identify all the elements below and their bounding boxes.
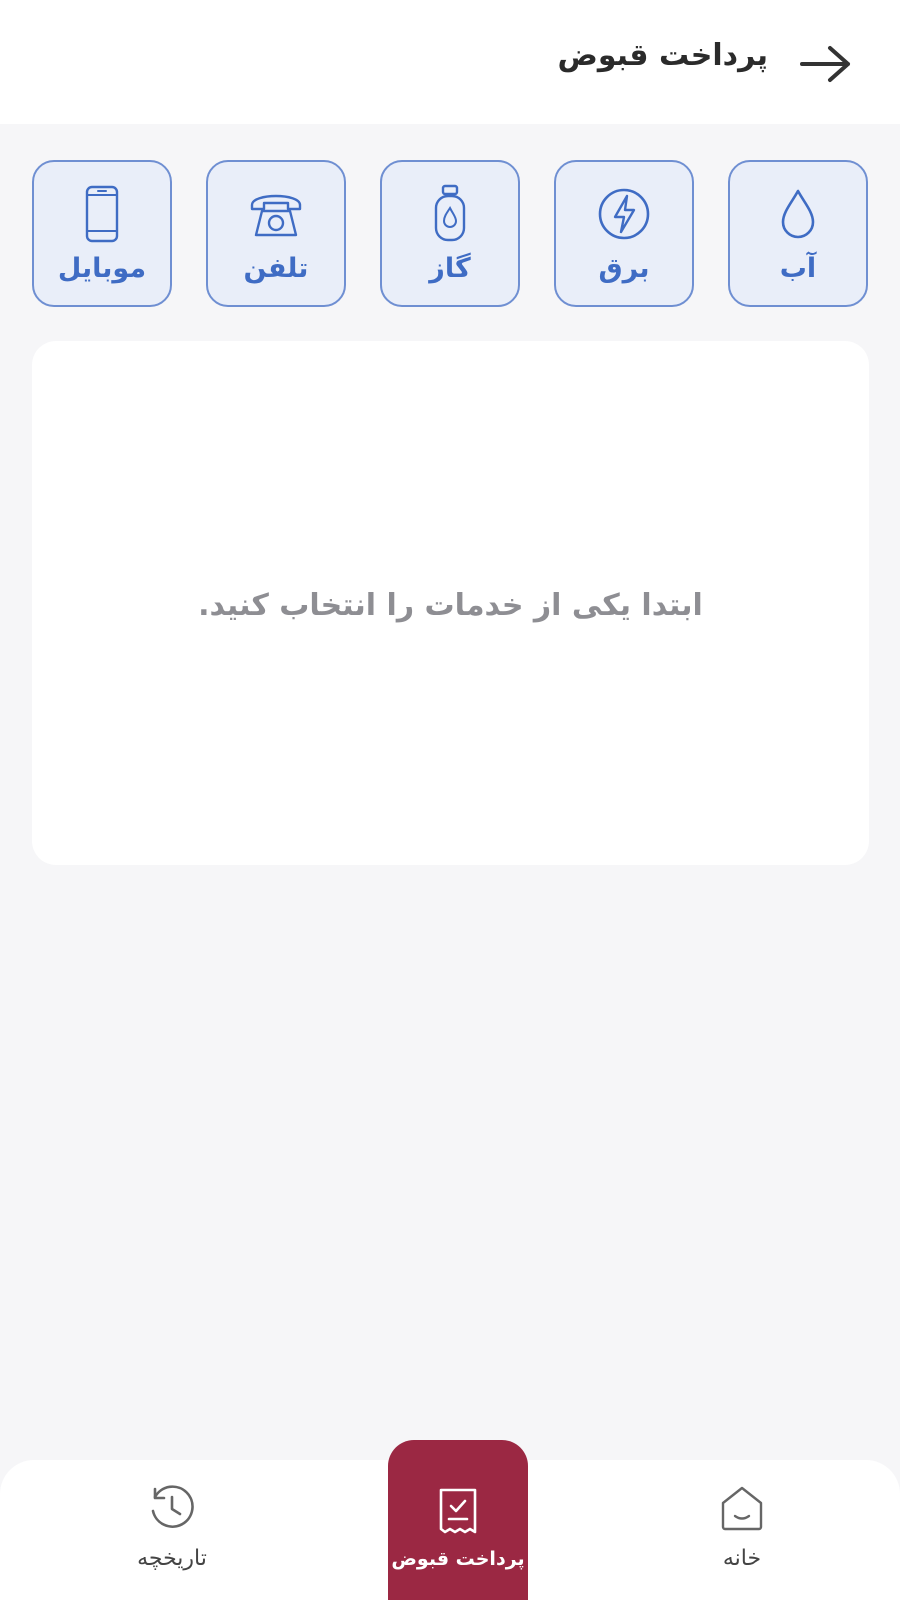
service-label: آب (779, 253, 817, 284)
nav-history-label: تاریخچه (137, 1546, 207, 1571)
back-button[interactable] (796, 40, 856, 88)
nav-bills-label: پرداخت قبوض (391, 1548, 525, 1570)
nav-home-label: خانه (722, 1546, 762, 1571)
telephone-icon (250, 194, 302, 237)
service-gas-button[interactable]: گاز (380, 160, 520, 307)
home-icon (721, 1486, 763, 1531)
arrow-right-icon (800, 46, 850, 82)
service-water-button[interactable]: آب (728, 160, 868, 307)
page-title: پرداخت قبوض (557, 38, 768, 73)
gas-cylinder-icon (434, 184, 466, 242)
service-label: تلفن (243, 253, 309, 284)
service-label: گاز (429, 253, 471, 284)
history-clock-icon (151, 1485, 194, 1528)
water-drop-icon (781, 189, 815, 239)
receipt-check-icon (439, 1488, 477, 1534)
empty-state-message: ابتدا یکی از خدمات را انتخاب کنید. (198, 587, 703, 623)
service-electricity-button[interactable]: برق (554, 160, 694, 307)
service-label: موبایل (57, 253, 147, 284)
nav-history[interactable]: تاریخچه (102, 1480, 242, 1600)
content-card: ابتدا یکی از خدمات را انتخاب کنید. (32, 341, 869, 865)
service-label: برق (598, 253, 650, 284)
header: پرداخت قبوض (0, 0, 900, 124)
nav-bills-active[interactable]: پرداخت قبوض (388, 1440, 528, 1600)
service-telephone-button[interactable]: تلفن (206, 160, 346, 307)
lightning-icon (598, 188, 650, 240)
services-row: آب برق گاز تلفن موبایل (32, 160, 868, 308)
nav-home[interactable]: خانه (672, 1480, 812, 1600)
service-mobile-button[interactable]: موبایل (32, 160, 172, 307)
app-root: پرداخت قبوض آب برق گاز تلفن موبایل ابتدا… (0, 0, 900, 1600)
mobile-phone-icon (85, 185, 119, 243)
